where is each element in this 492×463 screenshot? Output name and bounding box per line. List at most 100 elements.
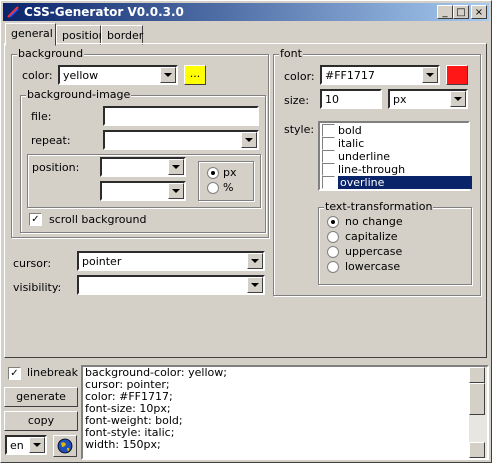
scroll-down-button[interactable]	[469, 442, 485, 458]
font-group: font color: #FF1717 size: 10 px style: b…	[273, 47, 481, 296]
style-item-underline[interactable]: underline	[322, 150, 467, 163]
chevron-down-icon[interactable]	[168, 159, 184, 175]
transform-lowercase-label: lowercase	[345, 260, 401, 273]
font-color-value: #FF1717	[325, 69, 375, 82]
repeat-select[interactable]	[103, 130, 259, 150]
linebreak-checkbox[interactable]: ✓	[8, 367, 21, 380]
font-size-input[interactable]: 10	[320, 89, 382, 109]
position-subgroup: position: px %	[27, 154, 261, 208]
font-style-label: style:	[284, 123, 315, 136]
language-value: en	[10, 439, 24, 452]
style-line-through-label: line-through	[338, 163, 406, 176]
chevron-down-icon[interactable]	[450, 91, 466, 107]
font-style-list[interactable]: bold italic underline line-through overl…	[318, 121, 472, 191]
style-italic-label: italic	[338, 137, 365, 150]
scroll-background-checkbox[interactable]: ✓	[29, 213, 42, 226]
output-line: width: 150px;	[85, 438, 161, 451]
background-group: background color: yellow ... background-…	[11, 47, 269, 238]
transform-capitalize-radio[interactable]	[327, 231, 339, 243]
background-legend: background	[17, 47, 85, 60]
visibility-label: visibility:	[13, 281, 62, 294]
scroll-up-button[interactable]	[469, 367, 485, 383]
unit-percent-radio[interactable]	[207, 182, 219, 194]
unit-percent-label: %	[223, 181, 234, 194]
bg-color-value: yellow	[63, 69, 99, 82]
unit-px-radio[interactable]	[207, 167, 219, 179]
tab-border[interactable]: border	[101, 25, 143, 45]
maximize-button[interactable]: □	[453, 5, 469, 19]
font-size-unit-select[interactable]: px	[388, 89, 468, 109]
transform-none-label: no change	[345, 215, 403, 228]
bg-color-picker-button[interactable]: ...	[184, 65, 206, 85]
font-size-unit-value: px	[393, 93, 407, 106]
chevron-down-icon[interactable]	[247, 277, 263, 293]
transform-lowercase-radio[interactable]	[327, 261, 339, 273]
text-transformation-group: text-transformation no change capitalize…	[318, 200, 472, 285]
background-image-legend: background-image	[26, 88, 132, 101]
bg-color-label: color:	[22, 69, 53, 82]
file-input[interactable]	[103, 106, 259, 126]
tab-general[interactable]: general	[5, 23, 56, 46]
style-item-bold[interactable]: bold	[322, 124, 467, 137]
font-size-value: 10	[325, 93, 339, 106]
style-item-italic[interactable]: italic	[322, 137, 467, 150]
file-label: file:	[31, 110, 52, 123]
chevron-down-icon[interactable]	[168, 183, 184, 199]
font-size-label: size:	[284, 94, 310, 107]
style-underline-label: underline	[338, 150, 391, 163]
window-title: CSS-Generator V0.0.3.0	[24, 5, 184, 19]
font-color-picker-button[interactable]	[446, 65, 468, 85]
style-line-through-checkbox[interactable]	[322, 163, 335, 176]
title-bar[interactable]: CSS-Generator V0.0.3.0 _ □ ×	[3, 3, 489, 21]
generate-button[interactable]: generate	[4, 387, 78, 407]
transform-uppercase-radio[interactable]	[327, 246, 339, 258]
font-color-select[interactable]: #FF1717	[320, 65, 440, 85]
style-item-line-through[interactable]: line-through	[322, 163, 467, 176]
copy-button[interactable]: copy	[4, 411, 78, 431]
app-window: CSS-Generator V0.0.3.0 _ □ × general pos…	[0, 0, 492, 463]
cursor-select[interactable]: pointer	[77, 251, 265, 271]
position-label: position:	[32, 161, 80, 174]
unit-px-label: px	[223, 166, 237, 179]
font-color-label: color:	[284, 70, 315, 83]
bg-color-select[interactable]: yellow	[58, 65, 178, 85]
linebreak-label: linebreak	[27, 366, 78, 379]
minimize-button[interactable]: _	[437, 5, 453, 19]
css-output-textarea[interactable]: background-color: yellow; cursor: pointe…	[81, 365, 489, 460]
general-panel: background color: yellow ... background-…	[4, 43, 487, 358]
tab-position[interactable]: position	[56, 25, 106, 45]
transform-uppercase-label: uppercase	[345, 245, 403, 258]
scroll-background-label: scroll background	[49, 213, 147, 226]
position-y-select[interactable]	[100, 181, 186, 201]
background-image-group: background-image file: repeat: position:	[20, 88, 266, 233]
language-select[interactable]: en	[5, 435, 47, 455]
chevron-down-icon[interactable]	[160, 67, 176, 83]
close-button[interactable]: ×	[471, 5, 487, 19]
globe-button[interactable]	[53, 435, 77, 457]
font-legend: font	[279, 47, 303, 60]
position-x-select[interactable]	[100, 157, 186, 177]
output-scrollbar[interactable]	[469, 367, 487, 458]
style-bold-label: bold	[338, 124, 362, 137]
chevron-down-icon[interactable]	[422, 67, 438, 83]
visibility-select[interactable]	[77, 275, 265, 295]
style-overline-checkbox[interactable]	[322, 176, 335, 189]
transform-none-radio[interactable]	[327, 216, 339, 228]
cursor-value: pointer	[82, 255, 122, 268]
chevron-down-icon[interactable]	[241, 132, 257, 148]
transform-capitalize-label: capitalize	[345, 230, 398, 243]
chevron-down-icon[interactable]	[29, 437, 45, 453]
app-icon	[7, 6, 19, 18]
style-overline-label: overline	[338, 176, 472, 189]
style-item-overline[interactable]: overline	[322, 176, 472, 189]
style-italic-checkbox[interactable]	[322, 137, 335, 150]
scroll-thumb[interactable]	[469, 383, 485, 415]
repeat-label: repeat:	[31, 134, 71, 147]
unit-group: px %	[198, 161, 254, 201]
cursor-label: cursor:	[13, 257, 52, 270]
style-underline-checkbox[interactable]	[322, 150, 335, 163]
chevron-down-icon[interactable]	[247, 253, 263, 269]
style-bold-checkbox[interactable]	[322, 124, 335, 137]
text-transformation-legend: text-transformation	[324, 200, 434, 213]
globe-icon	[57, 438, 73, 454]
